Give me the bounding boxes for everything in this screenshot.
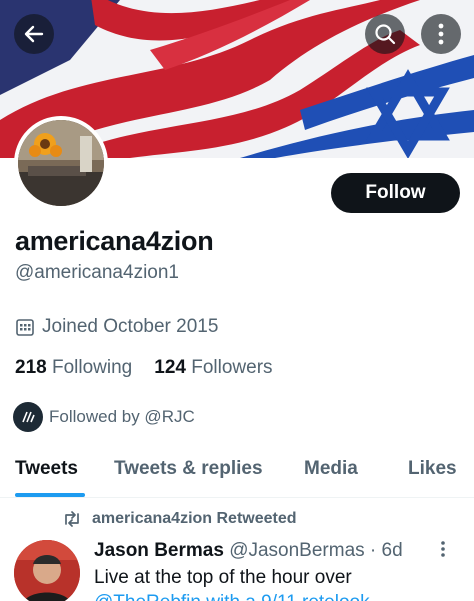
- following-label: Following: [51, 357, 133, 378]
- followers-label: Followers: [191, 357, 273, 378]
- tweet-text-continued[interactable]: @TheRebfin with a 9/11 retelook: [94, 592, 370, 601]
- tweet-author-avatar[interactable]: [14, 540, 80, 601]
- tab-media[interactable]: Media: [304, 458, 358, 480]
- back-button[interactable]: [14, 14, 54, 54]
- back-arrow-icon: [24, 25, 44, 43]
- followers-link[interactable]: 124 Followers: [154, 357, 272, 379]
- search-icon: [375, 24, 396, 45]
- calendar-icon: [16, 319, 34, 336]
- retweet-icon: [65, 511, 79, 527]
- profile-tabs: Tweets Tweets & replies Media Likes: [0, 446, 474, 498]
- more-options-button[interactable]: [421, 14, 461, 54]
- active-tab-indicator: [15, 493, 85, 497]
- profile-avatar[interactable]: [14, 116, 108, 210]
- followed-by[interactable]: Followed by @RJC: [13, 402, 195, 432]
- followers-count: 124: [154, 357, 186, 378]
- profile-handle: @americana4zion1: [15, 262, 179, 283]
- tab-tweets-replies[interactable]: Tweets & replies: [114, 458, 263, 480]
- tab-tweets[interactable]: Tweets: [15, 458, 78, 480]
- tweet-author-name[interactable]: Jason Bermas: [94, 540, 224, 561]
- tweet-author-meta[interactable]: @JasonBermas · 6d: [229, 540, 402, 561]
- search-button[interactable]: [365, 14, 405, 54]
- tweet-more-button[interactable]: [440, 540, 446, 563]
- follower-avatar: [13, 402, 43, 432]
- follow-button[interactable]: Follow: [331, 173, 460, 213]
- tweet-header: Jason Bermas @JasonBermas · 6d: [94, 540, 403, 562]
- tweet-text: Live at the top of the hour over: [94, 567, 352, 588]
- following-link[interactable]: 218 Following: [15, 357, 132, 379]
- followed-by-text: Followed by @RJC: [49, 407, 195, 426]
- profile-display-name: americana4zion: [15, 226, 214, 256]
- follow-stats: 218 Following 124 Followers: [15, 357, 273, 379]
- joined-text: Joined October 2015: [42, 316, 219, 337]
- joined-date: Joined October 2015: [15, 316, 218, 338]
- retweet-indicator: americana4zion Retweeted: [62, 510, 297, 528]
- more-vertical-icon: [441, 541, 445, 557]
- following-count: 218: [15, 357, 47, 378]
- retweet-label[interactable]: americana4zion Retweeted: [92, 510, 297, 528]
- tab-likes[interactable]: Likes: [408, 458, 457, 480]
- more-vertical-icon: [438, 23, 444, 45]
